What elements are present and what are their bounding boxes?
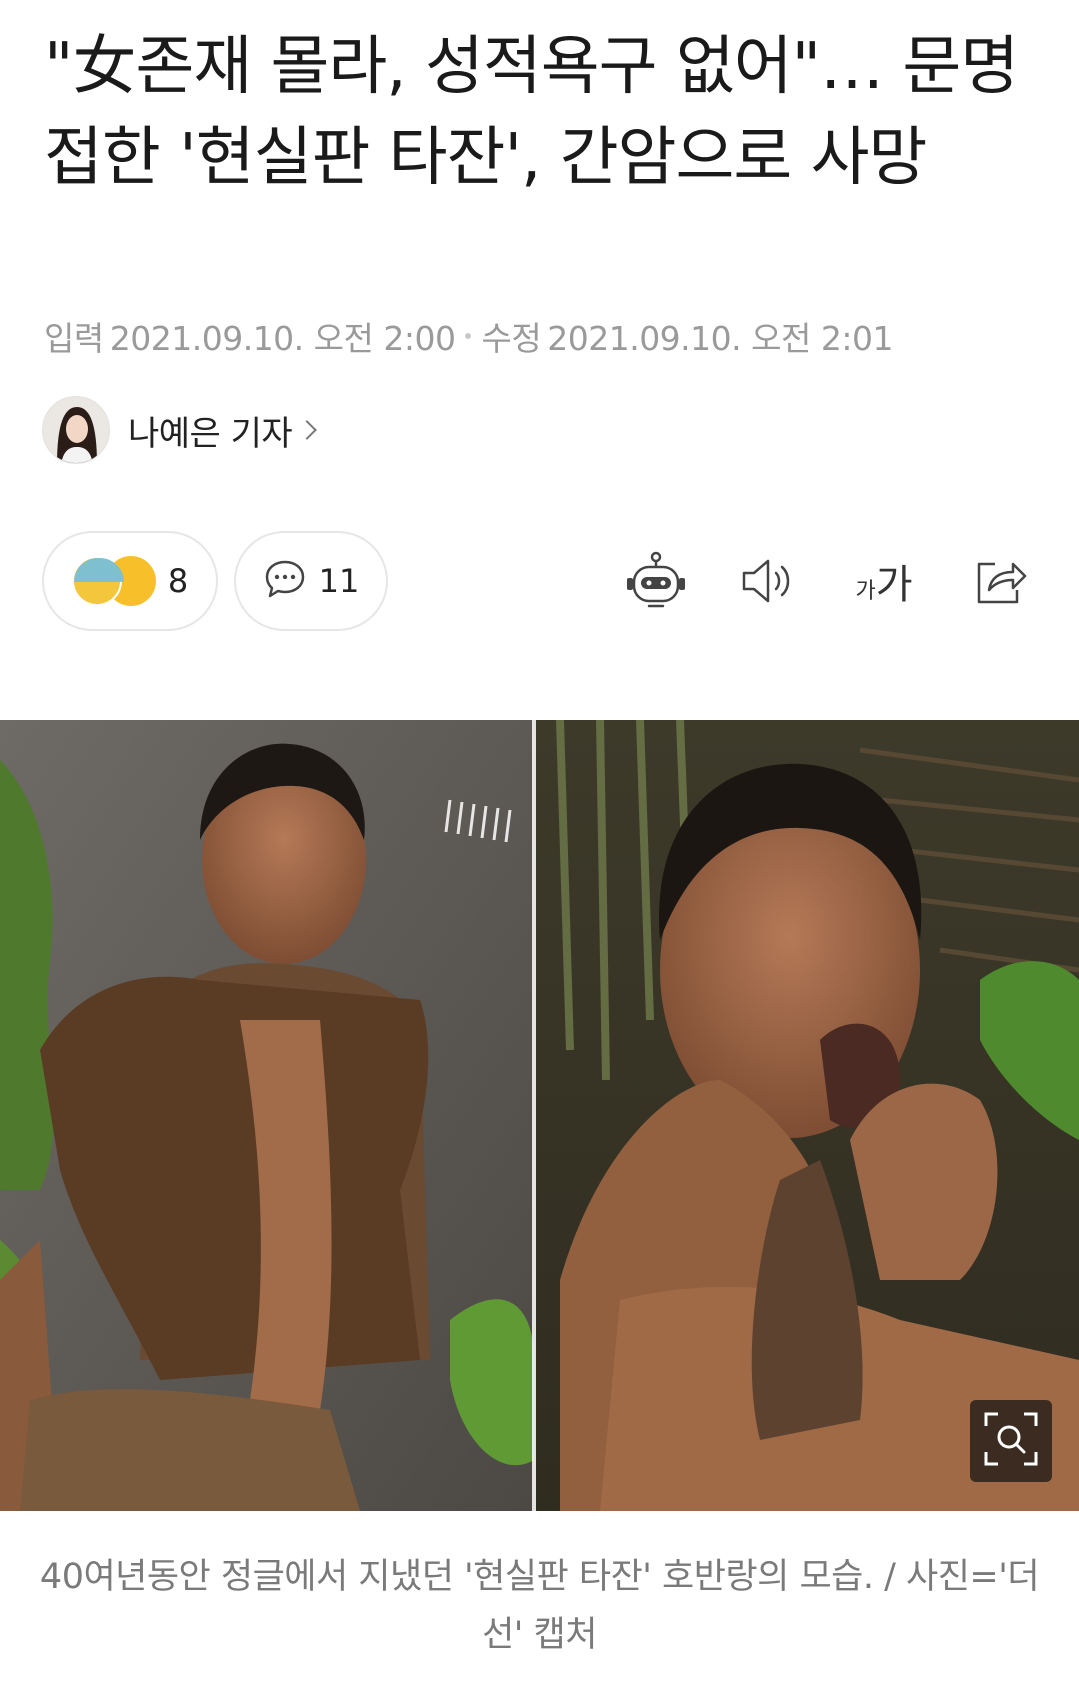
comment-button[interactable]: 11: [234, 531, 388, 631]
article-photo[interactable]: [0, 720, 1079, 1511]
sad-emoji-icon: [71, 556, 124, 606]
article-toolbar: 가 가: [620, 548, 1040, 614]
speaker-icon: [740, 557, 796, 605]
author-avatar: [42, 396, 110, 464]
author-name: 나예은 기자: [128, 413, 293, 454]
share-icon: [973, 556, 1027, 606]
summary-bot-button[interactable]: [620, 548, 692, 614]
photo-caption: 40여년동안 정글에서 지냈던 '현실판 타잔' 호반랑의 모습. / 사진='…: [39, 1557, 1040, 1655]
speech-bubble-icon: [263, 557, 307, 605]
reaction-button[interactable]: 8: [42, 531, 218, 631]
comment-count: 11: [318, 562, 360, 600]
font-size-icon: 가 가: [855, 552, 912, 610]
reaction-count: 8: [167, 562, 189, 600]
published-time: 2021.09.10. 오전 2:00: [109, 319, 456, 358]
photo-zoom-button[interactable]: [970, 1400, 1052, 1482]
author-link[interactable]: 나예은 기자: [42, 394, 318, 466]
modified-label: 수정: [481, 319, 542, 358]
robot-icon: [625, 550, 687, 612]
font-large-glyph: 가: [875, 562, 913, 608]
article-timestamps: 입력 2021.09.10. 오전 2:00 수정 2021.09.10. 오전…: [44, 312, 1044, 360]
chevron-right-icon: [297, 420, 318, 440]
listen-button[interactable]: [732, 548, 804, 614]
font-small-glyph: 가: [855, 579, 876, 604]
zoom-search-icon: [982, 1410, 1040, 1472]
share-button[interactable]: [964, 548, 1036, 614]
published-label: 입력: [44, 319, 104, 358]
modified-time: 2021.09.10. 오전 2:01: [547, 319, 893, 358]
article-headline: "女존재 몰라, 성적욕구 없어"… 문명 접한 '현실판 타잔', 간암으로 …: [44, 30, 1019, 195]
font-size-button[interactable]: 가 가: [848, 548, 920, 614]
meta-separator: [465, 333, 472, 339]
